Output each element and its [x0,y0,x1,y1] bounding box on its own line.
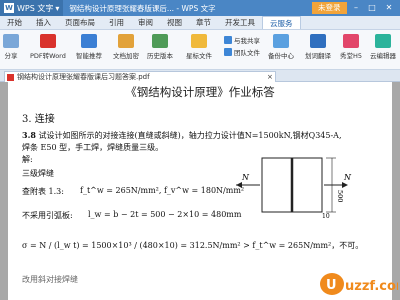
history-icon [152,34,168,48]
document-heading: 《钢结构设计原理》作业标答 [125,85,275,99]
xiuhe-h5-button[interactable]: 秀堂H5 [340,34,362,60]
force-label-left: N [241,173,250,182]
sigma-formula: σ = N / (l_w t) = 1500×10³ / (480×10) = … [22,241,364,250]
tab-chapter[interactable]: 章节 [189,16,218,29]
app-menu-button[interactable]: W WPS 文字 ▾ [0,0,64,16]
cloud-editor-button[interactable]: 云编辑器 [370,34,396,60]
solution-label: 解: [22,155,33,164]
tab-insert[interactable]: 插入 [29,16,58,29]
document-tab-bar: 钢结构设计原理张耀春版课后习题答案.pdf × [0,70,400,82]
doc-encrypt-label: 文档加密 [113,52,139,60]
tab-close-icon[interactable]: × [267,72,273,82]
maximize-icon[interactable]: □ [366,0,378,16]
smart-recommend-button[interactable]: 智能推荐 [76,34,102,60]
backup-center-button[interactable]: 备份中心 [268,34,294,60]
close-icon[interactable]: ✕ [383,0,395,16]
problem-statement-line1: 3.8 试设计如图所示的对接连接(直缝或斜缝)，轴力拉力设计值N=1500kN,… [22,130,342,141]
xiuhe-h5-label: 秀堂H5 [340,52,363,60]
team-file-button[interactable]: 团队文件 [224,47,260,57]
star-file-button[interactable]: 星标文件 [186,34,212,60]
force-label-right: N [343,173,352,182]
lookup-formula: f_t^w = 265N/mm², f_v^w = 180N/mm² [80,186,245,195]
document-tab-label: 钢结构设计原理张耀春版课后习题答案.pdf [17,73,150,81]
h5-icon [343,34,360,48]
recommend-icon [81,34,97,48]
cloud-editor-label: 云编辑器 [370,52,396,60]
arrow-right-head-icon [342,182,348,188]
problem-statement-line2: 焊条 E50 型，手工焊，焊缝质量三级。 [22,143,164,152]
watermark-logo: U uzzf.com [318,268,400,298]
people-icon [224,36,232,44]
title-bar: W WPS 文字 ▾ 钢结构设计原理张耀春版课后... - WPS 文字 未登录… [0,0,400,16]
problem-text-1: 试设计如图所示的对接连接(直缝或斜缝)，轴力拉力设计值N=1500kN,钢材Q3… [38,131,342,140]
section-title: 3. 连接 [22,114,55,125]
pdf-file-icon [7,74,14,81]
word-translate-label: 划词翻译 [305,52,331,60]
app-name: WPS 文字 [17,3,54,13]
share-button[interactable]: 分享 [3,34,19,60]
chevron-down-icon: ▾ [55,3,60,13]
arrow-left-head-icon [236,182,242,188]
document-tab[interactable]: 钢结构设计原理张耀春版课后习题答案.pdf × [4,71,276,82]
history-button[interactable]: 历史版本 [147,34,173,60]
tab-view[interactable]: 视图 [160,16,189,29]
share-with-me-label: 与我共享 [234,37,260,45]
tab-developer[interactable]: 开发工具 [218,16,262,29]
tab-cloud-service[interactable]: 云服务 [262,16,301,29]
dimension-10-label: 10 [322,213,330,218]
star-file-label: 星标文件 [186,52,212,60]
tab-reference[interactable]: 引用 [102,16,131,29]
pdf-icon [39,34,56,48]
problem-number: 3.8 [22,130,36,140]
tab-page-layout[interactable]: 页面布局 [58,16,102,29]
team-icon [224,48,232,56]
svg-text:U: U [326,278,337,293]
share-label: 分享 [4,52,18,60]
smart-recommend-label: 智能推荐 [76,52,102,60]
menu-bar: 开始 插入 页面布局 引用 审阅 视图 章节 开发工具 云服务 [0,16,400,30]
wps-logo-icon: W [4,3,14,13]
dimension-500-label: 500 [336,190,344,202]
window-title: 钢结构设计原理张耀春版课后... - WPS 文字 [69,3,216,13]
weld-diagram: N N 500 10 [236,157,352,218]
share-with-me-button[interactable]: 与我共享 [224,35,260,45]
word-translate-button[interactable]: 划词翻译 [305,34,331,60]
backup-icon [273,34,289,48]
doc-encrypt-button[interactable]: 文档加密 [113,34,139,60]
truncated-line: 改用斜对接焊缝 [22,275,78,284]
minimize-icon[interactable]: – [350,0,362,16]
team-file-label: 团队文件 [234,49,260,57]
ribbon-toolbar: 分享 PDF转Word 智能推荐 文档加密 历史版本 星标文件 与我共享 团队文… [0,30,400,70]
pdf-to-word-button[interactable]: PDF转Word [30,34,66,60]
tab-review[interactable]: 审阅 [131,16,160,29]
lw-formula: l_w = b − 2t = 500 − 2×10 = 480mm [88,210,242,219]
tab-start[interactable]: 开始 [0,16,29,29]
backup-center-label: 备份中心 [268,52,294,60]
star-icon [191,34,207,48]
share-icon [3,34,19,48]
no-arc-label: 不采用引弧板: [22,211,73,220]
history-label: 历史版本 [147,52,173,60]
watermark-text: uzzf.com [345,279,398,294]
lock-icon [118,34,134,48]
uzzf-logo-icon: U uzzf.com [320,273,400,295]
weld-level: 三级焊缝 [22,169,54,178]
lookup-label: 查附表 1.3: [22,187,64,196]
pdf-to-word-label: PDF转Word [30,52,66,60]
cloud-editor-icon [375,34,391,48]
login-button[interactable]: 未登录 [312,2,347,14]
translate-icon [310,34,326,48]
